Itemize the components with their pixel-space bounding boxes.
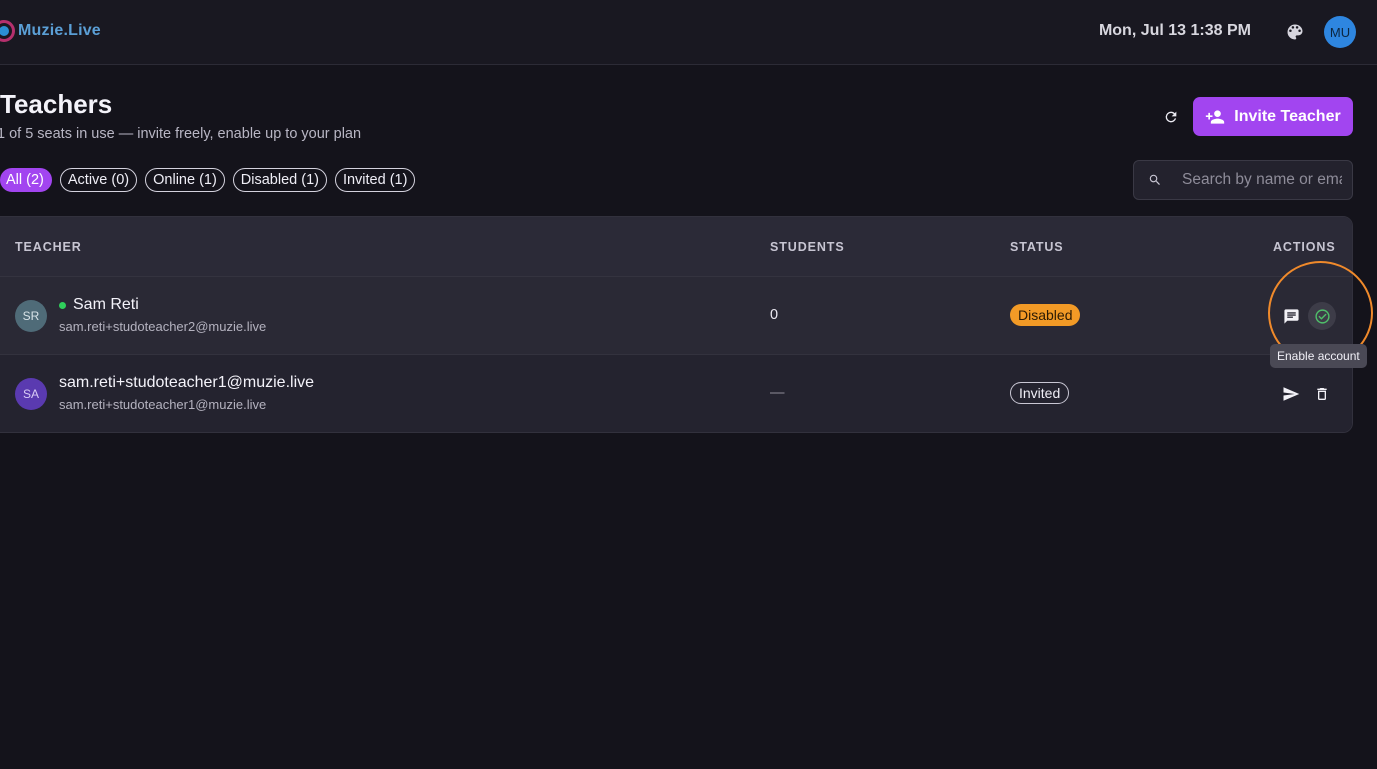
column-header-teacher[interactable]: TEACHER [15, 240, 82, 254]
palette-icon [1287, 24, 1303, 40]
column-header-students[interactable]: STUDENTS [770, 240, 845, 254]
table-row[interactable]: SR Sam Reti sam.reti+studoteacher2@muzie… [0, 277, 1352, 355]
teacher-avatar: SA [15, 378, 47, 410]
add-person-icon [1206, 109, 1225, 124]
seats-summary: 1 of 5 seats in use — invite freely, ena… [0, 126, 362, 142]
table-row[interactable]: SA sam.reti+studoteacher1@muzie.live sam… [0, 355, 1352, 432]
teacher-email: sam.reti+studoteacher2@muzie.live [59, 319, 267, 334]
logo-icon [0, 20, 15, 42]
invite-teacher-label: Invite Teacher [1234, 107, 1341, 125]
top-bar: Muzie.Live Mon, Jul 13 1:38 PM MU [0, 0, 1377, 65]
search-icon [1149, 174, 1160, 185]
delete-invite-button[interactable] [1308, 380, 1336, 408]
user-avatar[interactable]: MU [1324, 16, 1356, 48]
resend-invite-button[interactable] [1277, 380, 1305, 408]
enable-account-tooltip: Enable account [1270, 344, 1367, 368]
send-icon [1283, 387, 1300, 401]
current-datetime: Mon, Jul 13 1:38 PM [1098, 22, 1251, 39]
teacher-name-text: sam.reti+studoteacher1@muzie.live [59, 374, 315, 391]
online-status-dot [59, 301, 66, 309]
status-filter-chips: All (2) Active (0) Online (1) Disabled (… [0, 168, 416, 192]
enable-account-button[interactable] [1308, 302, 1336, 330]
filter-chip-online[interactable]: Online (1) [145, 168, 225, 192]
app-logo[interactable]: Muzie.Live [0, 20, 101, 42]
table-header: TEACHER STUDENTS STATUS ACTIONS [0, 217, 1352, 277]
status-badge: Disabled [1010, 304, 1081, 326]
teachers-table: TEACHER STUDENTS STATUS ACTIONS SR Sam R… [0, 216, 1353, 433]
student-count: — [770, 385, 785, 401]
teacher-avatar: SR [15, 300, 47, 332]
theme-palette-button[interactable] [1283, 20, 1307, 44]
search-box [1133, 160, 1353, 200]
filter-chip-disabled[interactable]: Disabled (1) [232, 168, 327, 192]
teacher-name: sam.reti+studoteacher1@muzie.live [59, 374, 314, 392]
message-button[interactable] [1277, 302, 1305, 330]
filter-chip-all[interactable]: All (2) [0, 168, 52, 192]
column-header-actions: ACTIONS [1273, 240, 1336, 254]
teacher-name-text: Sam Reti [73, 296, 139, 313]
refresh-icon [1165, 111, 1177, 123]
search-input[interactable] [1182, 171, 1342, 189]
status-badge: Invited [1010, 382, 1070, 404]
filter-chip-invited[interactable]: Invited (1) [334, 168, 416, 192]
teacher-email: sam.reti+studoteacher1@muzie.live [59, 397, 267, 412]
student-count: 0 [770, 307, 779, 323]
filter-chip-active[interactable]: Active (0) [59, 168, 138, 192]
message-icon [1283, 308, 1299, 324]
check-circle-icon [1314, 308, 1330, 324]
trash-icon [1317, 388, 1327, 400]
teacher-name: Sam Reti [59, 296, 139, 314]
column-header-status[interactable]: STATUS [1010, 240, 1064, 254]
page-title: Teachers [0, 89, 113, 119]
refresh-button[interactable] [1161, 107, 1181, 127]
app-name: Muzie.Live [18, 22, 101, 39]
invite-teacher-button[interactable]: Invite Teacher [1193, 97, 1353, 136]
